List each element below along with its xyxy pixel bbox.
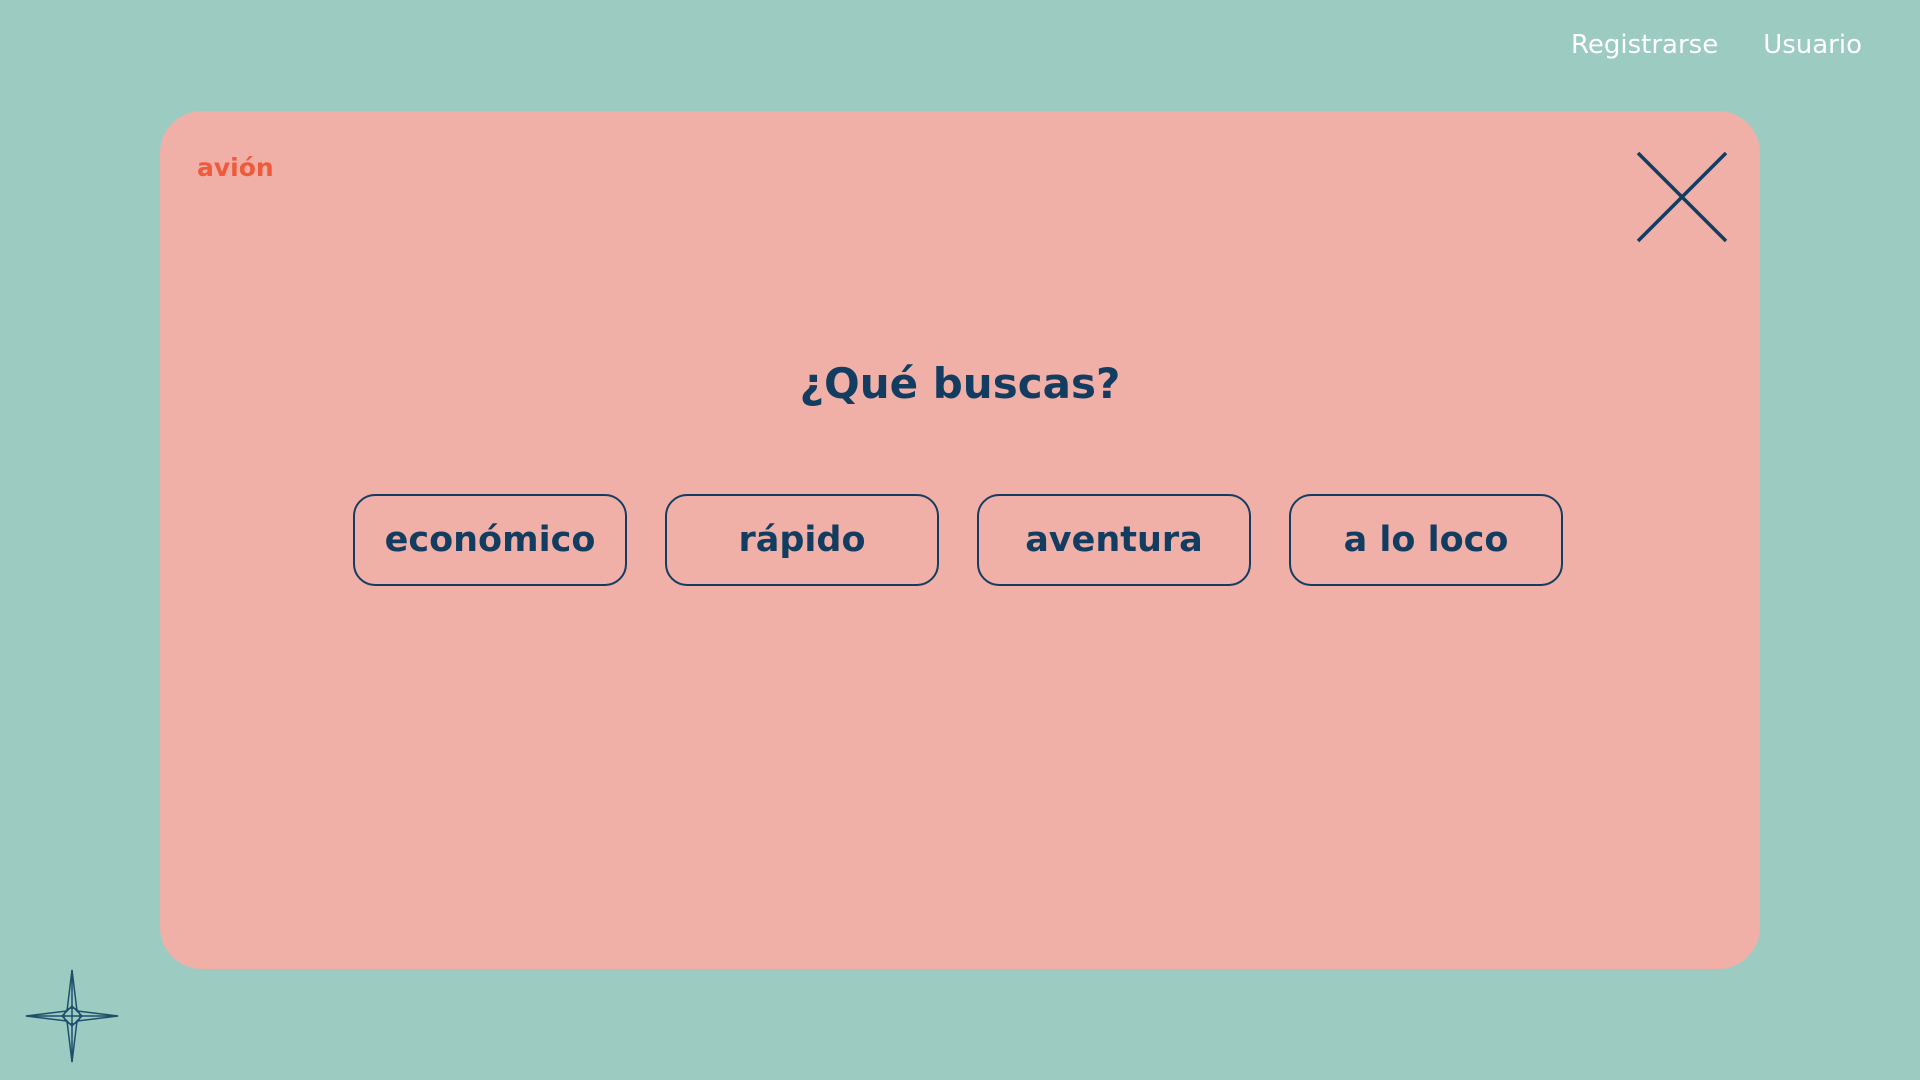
option-aventura-button[interactable]: aventura	[977, 494, 1251, 586]
option-group: económico rápido aventura a lo loco	[353, 494, 1563, 586]
user-link[interactable]: Usuario	[1763, 30, 1862, 60]
close-icon	[1636, 151, 1728, 243]
compass-star-icon	[24, 968, 120, 1064]
option-rapido-button[interactable]: rápido	[665, 494, 939, 586]
modal-title: ¿Qué buscas?	[799, 359, 1121, 408]
register-link[interactable]: Registrarse	[1571, 30, 1718, 60]
option-economico-button[interactable]: económico	[353, 494, 627, 586]
modal-brand-label: avión	[197, 153, 274, 182]
travel-modal: avión ¿Qué buscas? económico rápido aven…	[160, 111, 1760, 969]
top-nav: Registrarse Usuario	[1571, 30, 1862, 60]
close-button[interactable]	[1636, 151, 1728, 243]
option-a-lo-loco-button[interactable]: a lo loco	[1289, 494, 1563, 586]
